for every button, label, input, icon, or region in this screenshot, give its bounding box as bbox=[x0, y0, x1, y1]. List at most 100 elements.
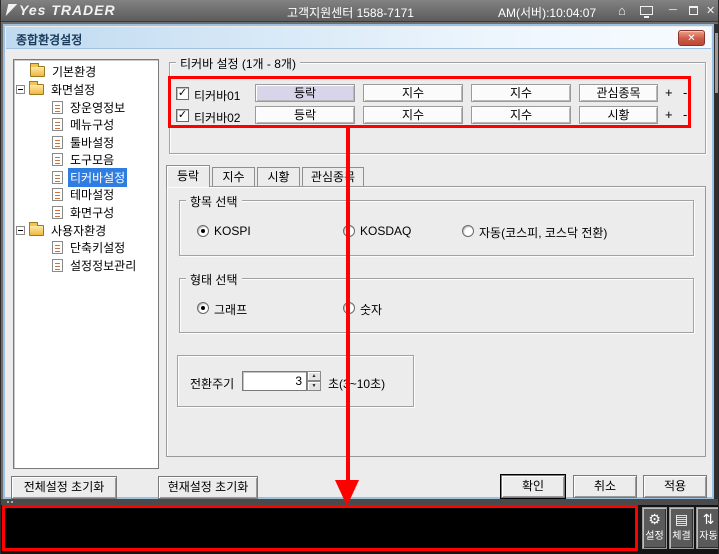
yestrader-logo: Yes TRADER bbox=[7, 2, 116, 18]
grip-dot bbox=[11, 501, 13, 503]
ticker-market-label: KQ 종합 bbox=[320, 508, 381, 525]
price-value: 79,900 bbox=[545, 511, 579, 523]
reset-all-button[interactable]: 전체설정 초기화 bbox=[11, 476, 117, 499]
bar-advancers bbox=[72, 529, 108, 542]
collapse-icon[interactable] bbox=[16, 226, 25, 235]
tree-item-theme-settings[interactable]: 테마설정 bbox=[52, 186, 116, 203]
tab-market-status[interactable]: 시황 bbox=[257, 167, 300, 187]
radio-auto[interactable] bbox=[462, 225, 474, 237]
document-icon bbox=[52, 171, 63, 184]
tree-item-menu-config[interactable]: 메뉴구성 bbox=[52, 116, 116, 133]
tree-item-toolbar-settings[interactable]: 툴바설정 bbox=[52, 134, 116, 151]
document-icon bbox=[52, 241, 63, 254]
tickerbar02-remove-button[interactable]: - bbox=[683, 107, 687, 122]
tab-updown[interactable]: 등락 bbox=[166, 165, 210, 187]
market-depth-bar bbox=[71, 509, 164, 524]
field-value: 1 bbox=[256, 530, 262, 542]
execution-side-button[interactable]: ▤ 체결 bbox=[669, 507, 694, 549]
ticker-strip: KP 종합 KP 종합 1,888.08 ▼ 3.6 KQ 종합 476.84 … bbox=[1, 505, 719, 554]
tickerbar01-slot3-button[interactable]: 지수 bbox=[471, 84, 571, 102]
tree-item-market-info[interactable]: 장운영정보 bbox=[52, 99, 127, 116]
item-select-group: 항목 선택 KOSPI KOSDAQ 자동(코스피, 코스닥 전환) bbox=[179, 200, 694, 256]
radio-kosdaq[interactable] bbox=[343, 225, 355, 237]
monitor-icon[interactable] bbox=[640, 6, 653, 15]
price-value: 476.84 bbox=[386, 511, 420, 523]
cancel-button[interactable]: 취소 bbox=[573, 475, 637, 498]
ticker-market-label: KQ 종합 bbox=[7, 527, 68, 544]
apply-button[interactable]: 적용 bbox=[643, 475, 707, 498]
document-icon bbox=[52, 259, 63, 272]
radio-graph-label: 그래프 bbox=[214, 301, 247, 318]
collapse-icon[interactable] bbox=[16, 85, 25, 94]
tree-item-hotkey-settings[interactable]: 단축키설정 bbox=[52, 239, 127, 256]
home-icon[interactable]: ⌂ bbox=[618, 3, 626, 18]
ticker-market-label: KP 종합 bbox=[167, 508, 227, 525]
close-button[interactable]: ✕ bbox=[706, 4, 715, 17]
bar-advancers bbox=[72, 510, 103, 523]
dialog-title: 종합환경설정 bbox=[16, 31, 82, 48]
tickerbar01-add-button[interactable]: + bbox=[665, 85, 673, 100]
app-window: Yes TRADER 고객지원센터 1588-7171 AM(서버):10:04… bbox=[0, 0, 719, 554]
document-icon bbox=[52, 153, 63, 166]
radio-kospi[interactable] bbox=[197, 225, 209, 237]
tickerbar02-slot3-button[interactable]: 지수 bbox=[471, 106, 571, 124]
tab-index[interactable]: 지수 bbox=[212, 167, 255, 187]
dropdown-arrow-icon[interactable]: ▼ bbox=[623, 528, 635, 543]
logo-flag-icon bbox=[6, 4, 18, 16]
tree-item-tickerbar-settings[interactable]: 티커바설정 bbox=[52, 169, 127, 186]
tickerbar02-slot4-button[interactable]: 시황 bbox=[579, 106, 658, 124]
dropdown-arrow-icon[interactable]: ▼ bbox=[623, 509, 635, 524]
spin-up-button[interactable]: ▲ bbox=[307, 371, 321, 381]
tree-item-screen-layout[interactable]: 화면구성 bbox=[52, 204, 116, 221]
radio-auto-label: 자동(코스피, 코스닥 전환) bbox=[479, 224, 607, 241]
field-label: 차 bbox=[464, 528, 474, 544]
tree-item-settings-info[interactable]: 설정정보관리 bbox=[52, 257, 138, 274]
window-right-edge bbox=[714, 24, 719, 499]
ticker-symbol-label: KT&G bbox=[479, 508, 540, 525]
tickerbar01-slot1-button[interactable]: 등락 bbox=[255, 84, 355, 102]
news-headline: [증권강연 bbox=[543, 528, 597, 544]
spin-down-button[interactable]: ▼ bbox=[307, 381, 321, 391]
cycle-value-input[interactable]: 3 bbox=[242, 371, 307, 391]
tickerbar02-slot2-button[interactable]: 지수 bbox=[363, 106, 463, 124]
tickerbar02-checkbox[interactable]: ✓ bbox=[176, 109, 189, 122]
ok-button[interactable]: 확인 bbox=[501, 475, 565, 498]
shape-select-group: 형태 선택 그래프 숫자 bbox=[179, 278, 694, 333]
bar-unchanged bbox=[103, 510, 110, 523]
radio-graph[interactable] bbox=[197, 302, 209, 314]
ticker-news-source-label: 헤럴드경제 bbox=[479, 527, 540, 544]
tickerbar01-slot2-button[interactable]: 지수 bbox=[363, 84, 463, 102]
document-icon: ▤ bbox=[675, 508, 688, 530]
tree-item-screen-settings[interactable]: 화면설정 bbox=[16, 81, 97, 98]
gear-icon: ⚙ bbox=[648, 508, 661, 530]
reset-current-button[interactable]: 현재설정 초기화 bbox=[158, 476, 258, 499]
auto-side-button[interactable]: ⇅ 자동 bbox=[696, 507, 719, 549]
auto-cycle-icon: ⇅ bbox=[703, 508, 715, 530]
tree-item-tools[interactable]: 도구모음 bbox=[52, 151, 116, 168]
cycle-label: 전환주기 bbox=[190, 375, 234, 392]
radio-kosdaq-label: KOSDAQ bbox=[360, 224, 411, 238]
document-icon bbox=[52, 101, 63, 114]
tickerbar02-add-button[interactable]: + bbox=[665, 107, 673, 122]
scrollbar-thumb[interactable] bbox=[715, 33, 719, 93]
tickerbar02-slot1-button[interactable]: 등락 bbox=[255, 106, 355, 124]
dialog-close-button[interactable]: ✕ bbox=[678, 30, 705, 46]
ticker-quote: 476.84 ▲ 1.58 bbox=[383, 508, 477, 525]
tickerbar01-checkbox[interactable]: ✓ bbox=[176, 87, 189, 100]
field-value: -70 bbox=[299, 530, 315, 542]
support-center-text: 고객지원센터 1588-7171 bbox=[287, 4, 414, 21]
settings-side-button[interactable]: ⚙ 설정 bbox=[642, 507, 667, 549]
document-icon bbox=[52, 206, 63, 219]
document-icon bbox=[52, 136, 63, 149]
tree-item-user-env[interactable]: 사용자환경 bbox=[16, 222, 108, 239]
minimize-button[interactable]: ─ bbox=[669, 4, 677, 16]
radio-number[interactable] bbox=[343, 302, 355, 314]
ticker-market-label: KP 종합 bbox=[7, 508, 68, 525]
order-button[interactable]: 주문 bbox=[598, 527, 622, 544]
tickerbar01-remove-button[interactable]: - bbox=[683, 85, 687, 100]
tab-watchlist[interactable]: 관심종목 bbox=[302, 167, 364, 187]
tickerbar-settings-group: 티커바 설정 (1개 - 8개) ✓ 티커바01 등락 지수 지수 관심종목 +… bbox=[169, 62, 706, 154]
maximize-button[interactable] bbox=[689, 6, 698, 15]
tickerbar01-slot4-button[interactable]: 관심종목 bbox=[579, 84, 658, 102]
tree-item-basic-env[interactable]: 기본환경 bbox=[30, 63, 98, 80]
